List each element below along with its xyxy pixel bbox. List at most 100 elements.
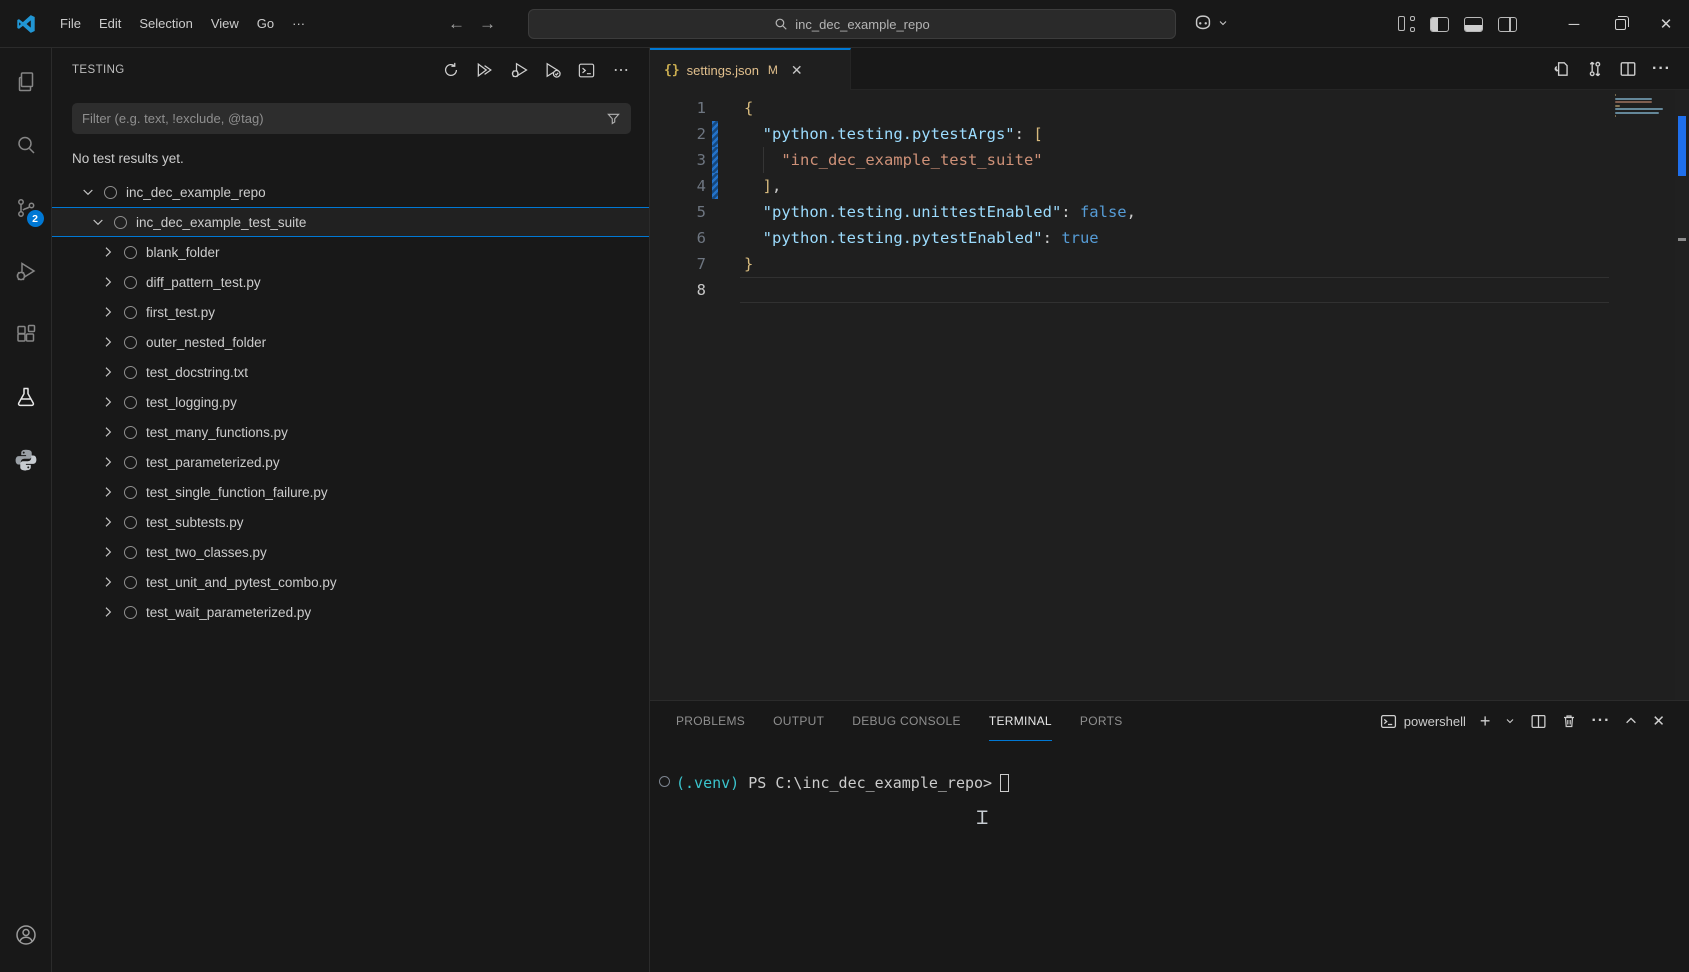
chevron-right-icon [100, 244, 116, 260]
go-forward-icon[interactable]: → [479, 14, 496, 34]
test-tree-item-test-many-functions-py[interactable]: test_many_functions.py [52, 417, 649, 447]
test-tree-item-test-subtests-py[interactable]: test_subtests.py [52, 507, 649, 537]
test-item-label: test_many_functions.py [146, 425, 288, 440]
extensions-icon [14, 322, 38, 346]
test-tree-item-outer-nested-folder[interactable]: outer_nested_folder [52, 327, 649, 357]
test-status-unrun-icon [124, 486, 137, 499]
test-item-label: diff_pattern_test.py [146, 275, 261, 290]
maximize-panel-icon[interactable] [1624, 714, 1638, 728]
menu-[interactable]: ··· [283, 12, 314, 35]
panel-tab-output[interactable]: OUTPUT [773, 701, 824, 741]
files-icon [14, 70, 38, 94]
filter-icon[interactable] [606, 111, 621, 126]
restore-icon[interactable] [1597, 0, 1643, 48]
test-tree-item-inc-dec-example-repo[interactable]: inc_dec_example_repo [52, 177, 649, 207]
minimize-icon[interactable]: ─ [1551, 0, 1597, 48]
test-tree-item-blank-folder[interactable]: blank_folder [52, 237, 649, 267]
test-status-unrun-icon [124, 516, 137, 529]
vscode-logo-icon [15, 13, 37, 35]
activitybar-item-search[interactable] [0, 113, 52, 176]
open-changes-icon[interactable] [1553, 60, 1571, 78]
run-coverage-icon[interactable] [542, 60, 563, 81]
compare-changes-icon[interactable] [1586, 60, 1604, 78]
test-item-label: inc_dec_example_repo [126, 185, 266, 200]
test-tree-item-inc-dec-example-test-suite[interactable]: inc_dec_example_test_suite [52, 207, 649, 237]
scrollbar[interactable] [1675, 90, 1689, 700]
menu-selection[interactable]: Selection [130, 12, 201, 35]
tab-settings-json[interactable]: {} settings.json M ✕ [650, 48, 851, 90]
terminal-session-item[interactable]: powershell [1380, 713, 1466, 730]
refresh-icon[interactable] [440, 60, 461, 81]
code-text: } [744, 251, 753, 277]
command-center-text: inc_dec_example_repo [795, 17, 929, 32]
test-status-unrun-icon [124, 246, 137, 259]
minimap[interactable] [1609, 90, 1675, 700]
code-text: ], [744, 173, 781, 199]
more-actions-icon[interactable] [610, 60, 631, 81]
menu-file[interactable]: File [51, 12, 90, 35]
pane-title: TESTING [72, 64, 125, 76]
go-back-icon[interactable]: ← [448, 14, 465, 34]
gutter-modified-indicator[interactable] [712, 147, 718, 173]
test-item-label: test_parameterized.py [146, 455, 280, 470]
terminal[interactable]: (.venv) PS C:\inc_dec_example_repo> [650, 741, 1689, 972]
code-editor[interactable]: 1{2 "python.testing.pytestArgs": [3 "inc… [650, 90, 1689, 700]
test-tree-item-test-parameterized-py[interactable]: test_parameterized.py [52, 447, 649, 477]
test-filter-input[interactable]: Filter (e.g. text, !exclude, @tag) [72, 103, 631, 134]
panel-header: PROBLEMS OUTPUT DEBUG CONSOLE TERMINAL PORTS… [650, 701, 1689, 741]
test-tree-item-test-wait-parameterized-py[interactable]: test_wait_parameterized.py [52, 597, 649, 627]
menu-edit[interactable]: Edit [90, 12, 130, 35]
more-actions-icon[interactable]: ··· [1652, 60, 1671, 78]
activitybar-item-run-and-debug[interactable] [0, 239, 52, 302]
code-text: "python.testing.pytestEnabled": true [744, 225, 1099, 251]
copilot-menu[interactable] [1192, 12, 1229, 34]
test-item-label: test_single_function_failure.py [146, 485, 328, 500]
test-tree-item-test-docstring-txt[interactable]: test_docstring.txt [52, 357, 649, 387]
test-tree-item-test-single-function-failure-py[interactable]: test_single_function_failure.py [52, 477, 649, 507]
toggle-secondary-sidebar-icon[interactable] [1498, 17, 1517, 32]
customize-layout-icon[interactable] [1398, 16, 1415, 32]
scm-badge: 2 [27, 210, 44, 227]
test-tree-item-diff-pattern-test-py[interactable]: diff_pattern_test.py [52, 267, 649, 297]
toggle-panel-icon[interactable] [1464, 17, 1483, 32]
panel-tab-debug-console[interactable]: DEBUG CONSOLE [852, 701, 961, 741]
more-actions-icon[interactable]: ··· [1591, 712, 1610, 730]
command-center-search[interactable]: inc_dec_example_repo [528, 9, 1176, 39]
launch-profile-chevron-icon[interactable] [1504, 715, 1516, 727]
menu-go[interactable]: Go [248, 12, 283, 35]
activitybar-item-python[interactable] [0, 428, 52, 491]
panel-tab-ports[interactable]: PORTS [1080, 701, 1123, 741]
activitybar-item-explorer[interactable] [0, 50, 52, 113]
overview-modified-decoration [1678, 116, 1686, 176]
activitybar-item-source-control[interactable]: 2 [0, 176, 52, 239]
test-item-label: test_subtests.py [146, 515, 244, 530]
split-terminal-icon[interactable] [1530, 713, 1547, 730]
kill-terminal-icon[interactable] [1561, 713, 1577, 729]
test-tree-item-first-test-py[interactable]: first_test.py [52, 297, 649, 327]
menu-view[interactable]: View [202, 12, 248, 35]
chevron-right-icon [100, 304, 116, 320]
split-editor-icon[interactable] [1619, 60, 1637, 78]
open-terminal-icon[interactable] [576, 60, 597, 81]
close-icon[interactable]: ✕ [1643, 0, 1689, 48]
tab-close-icon[interactable]: ✕ [791, 62, 803, 79]
line-number: 8 [650, 277, 706, 303]
activitybar-item-testing[interactable] [0, 365, 52, 428]
current-line-highlight [740, 277, 1675, 303]
test-tree-item-test-two-classes-py[interactable]: test_two_classes.py [52, 537, 649, 567]
panel-actions: powershell + ··· ✕ [1380, 711, 1665, 732]
toggle-primary-sidebar-icon[interactable] [1430, 17, 1449, 32]
activitybar-item-extensions[interactable] [0, 302, 52, 365]
activitybar-item-account[interactable] [0, 903, 52, 966]
git-modified-badge: M [768, 63, 778, 77]
test-tree-item-test-unit-and-pytest-combo-py[interactable]: test_unit_and_pytest_combo.py [52, 567, 649, 597]
gutter-modified-indicator[interactable] [712, 121, 718, 147]
panel-tab-terminal[interactable]: TERMINAL [989, 701, 1052, 741]
debug-all-icon[interactable] [508, 60, 529, 81]
gutter-modified-indicator[interactable] [712, 173, 718, 199]
panel-tab-problems[interactable]: PROBLEMS [676, 701, 745, 741]
test-tree-item-test-logging-py[interactable]: test_logging.py [52, 387, 649, 417]
new-terminal-icon[interactable]: + [1480, 711, 1491, 732]
close-panel-icon[interactable]: ✕ [1652, 712, 1665, 730]
run-all-icon[interactable] [474, 60, 495, 81]
